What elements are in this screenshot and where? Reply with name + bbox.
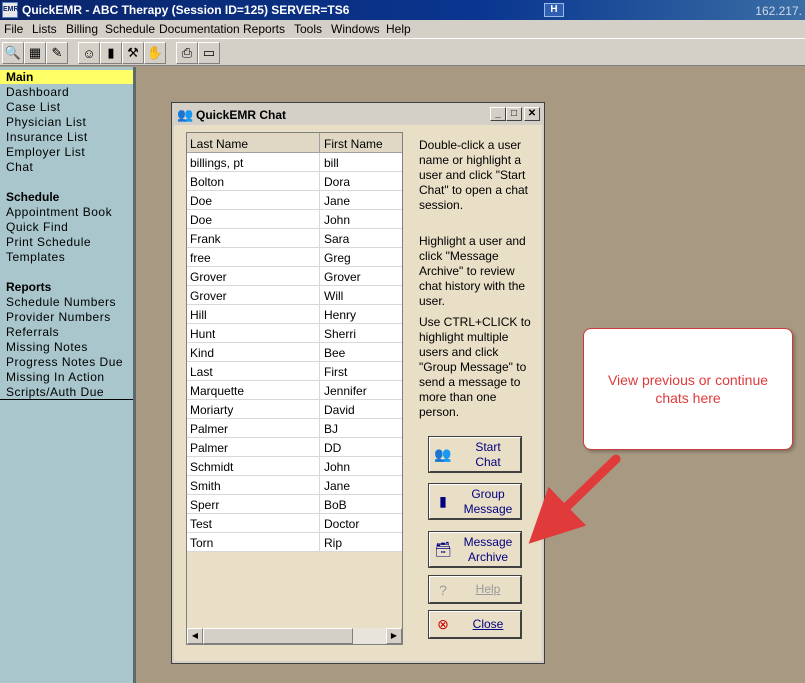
annotation-arrow-icon (528, 454, 621, 544)
